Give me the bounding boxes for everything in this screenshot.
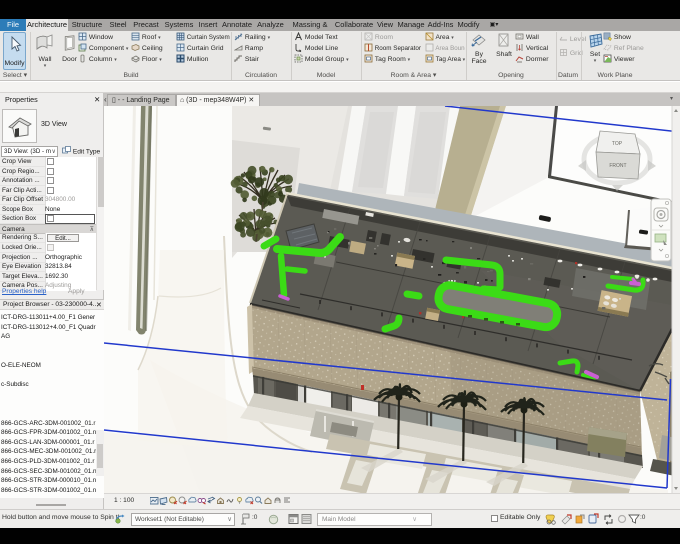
svg-text:FRONT: FRONT: [609, 163, 626, 169]
svg-text:TOP: TOP: [612, 141, 623, 147]
